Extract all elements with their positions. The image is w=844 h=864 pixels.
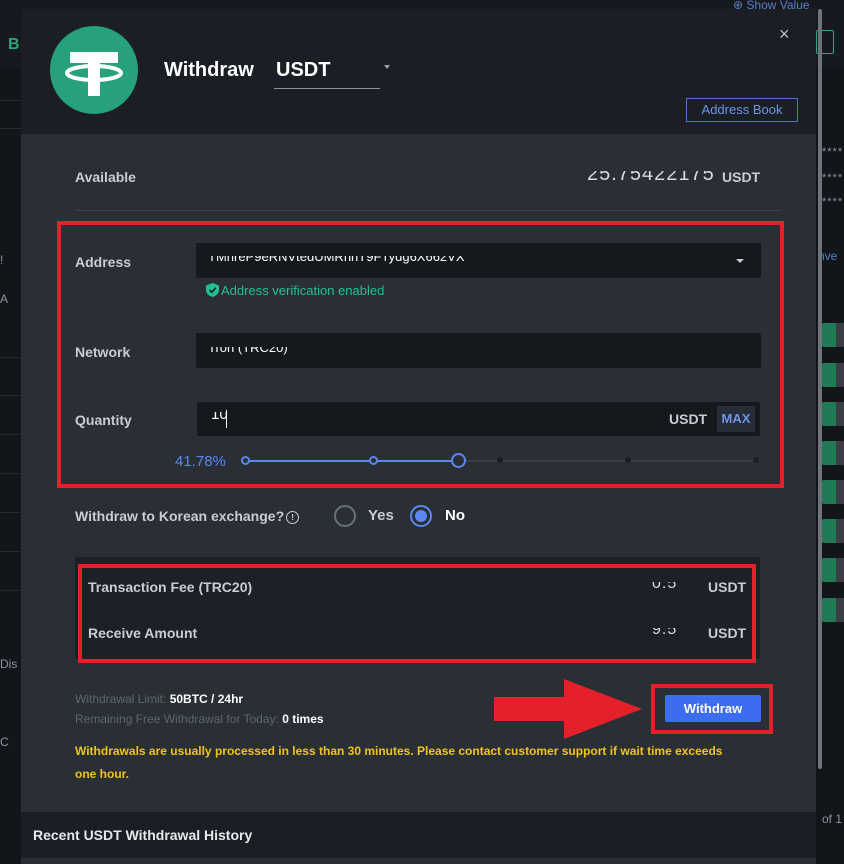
withdrawal-limit-label: Withdrawal Limit: bbox=[75, 692, 167, 706]
masked-balance: **** bbox=[822, 146, 844, 158]
modal-scrollbar[interactable] bbox=[816, 9, 824, 769]
modal-header: Withdraw USDT × Address Book bbox=[21, 9, 816, 134]
background-divider bbox=[0, 512, 22, 513]
withdrawal-limit-value: 50BTC / 24hr bbox=[169, 692, 244, 706]
masked-balance: **** bbox=[822, 196, 844, 208]
available-value: 25.75422175 bbox=[587, 171, 715, 185]
background-divider bbox=[0, 473, 22, 474]
scroll-thumb[interactable] bbox=[818, 9, 822, 769]
background-divider bbox=[0, 395, 22, 396]
background-logo: B bbox=[8, 36, 20, 53]
processing-warning: Withdrawals are usually processed in les… bbox=[75, 744, 723, 781]
background-section-label: Dis bbox=[0, 657, 18, 671]
korean-exchange-label: Withdraw to Korean exchange? bbox=[75, 508, 285, 524]
background-action-button[interactable] bbox=[836, 519, 844, 543]
background-divider bbox=[0, 100, 22, 101]
remaining-value: 0 times bbox=[282, 712, 324, 726]
remaining-free-withdrawal: Remaining Free Withdrawal for Today: 0 t… bbox=[75, 712, 324, 726]
background-divider bbox=[0, 551, 22, 552]
background-action-button[interactable] bbox=[836, 598, 844, 622]
divider bbox=[75, 210, 782, 211]
withdrawal-history-header: Recent USDT Withdrawal History bbox=[21, 812, 816, 858]
korean-exchange-question: Withdraw to Korean exchange?! bbox=[75, 508, 300, 524]
background-divider bbox=[0, 357, 22, 358]
modal-title: Withdraw bbox=[164, 59, 254, 81]
available-label: Available bbox=[75, 169, 136, 185]
background-action-button[interactable] bbox=[836, 558, 844, 582]
background-info-icon: ! bbox=[0, 253, 4, 267]
coin-select-value: USDT bbox=[276, 59, 331, 81]
background-column-label: C bbox=[0, 735, 9, 749]
radio-no[interactable] bbox=[410, 505, 432, 527]
withdrawal-history-title: Recent USDT Withdrawal History bbox=[33, 827, 253, 843]
pagination-text: of 1 bbox=[822, 812, 843, 826]
radio-yes[interactable] bbox=[334, 505, 356, 527]
close-icon[interactable]: × bbox=[779, 25, 790, 43]
highlight-fee-box bbox=[78, 564, 756, 663]
background-divider bbox=[0, 434, 22, 435]
background-divider bbox=[0, 590, 22, 591]
background-column-label: A bbox=[0, 292, 9, 306]
arrow-right-icon bbox=[494, 679, 642, 739]
radio-yes-label[interactable]: Yes bbox=[368, 507, 394, 524]
chevron-down-icon[interactable] bbox=[384, 65, 390, 69]
highlight-withdraw-box bbox=[651, 684, 773, 734]
info-icon[interactable]: ! bbox=[286, 511, 300, 524]
highlight-form-box bbox=[57, 221, 784, 488]
address-book-button[interactable]: Address Book bbox=[686, 98, 798, 122]
withdrawal-limit: Withdrawal Limit: 50BTC / 24hr bbox=[75, 692, 243, 706]
radio-no-label[interactable]: No bbox=[445, 507, 465, 524]
remaining-label: Remaining Free Withdrawal for Today: bbox=[75, 712, 279, 726]
background-action-button[interactable] bbox=[836, 441, 844, 465]
background-action-button[interactable] bbox=[836, 402, 844, 426]
available-unit: USDT bbox=[722, 169, 761, 185]
background-divider bbox=[0, 128, 22, 129]
background-action-button[interactable] bbox=[836, 363, 844, 387]
coin-select[interactable]: USDT bbox=[274, 55, 380, 89]
masked-balance: **** bbox=[822, 172, 844, 184]
background-action-button[interactable] bbox=[836, 480, 844, 504]
tether-logo-icon bbox=[50, 26, 138, 114]
background-action-button[interactable] bbox=[836, 323, 844, 347]
